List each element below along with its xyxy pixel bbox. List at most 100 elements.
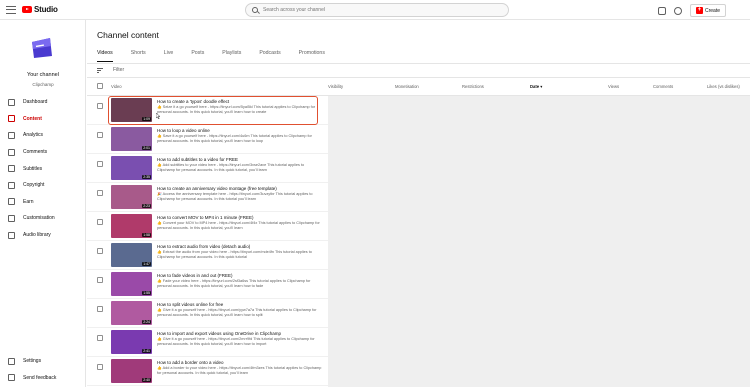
sidebar-item-label: Earn: [23, 198, 34, 205]
row-checkbox[interactable]: [97, 248, 103, 254]
table-header: Video Visibility Monetisation Restrictio…: [87, 80, 750, 94]
table-row[interactable]: 2:35 How to add subtitles to a video for …: [87, 154, 328, 183]
video-thumbnail[interactable]: 2:35: [111, 156, 152, 180]
column-likes[interactable]: Likes (vs dislikes): [707, 84, 740, 89]
sidebar: Your channel Clipchamp Dashboard Content A…: [0, 20, 86, 387]
table-row[interactable]: 1:09 How to create a 'typos' doodle effec…: [87, 96, 328, 125]
tab-promotions[interactable]: Promotions: [299, 50, 325, 62]
column-views[interactable]: Views: [608, 84, 619, 89]
row-checkbox[interactable]: [97, 335, 103, 341]
video-thumbnail[interactable]: 1:47: [111, 243, 152, 267]
table-row[interactable]: 1:58 How to convert MOV to MP4 in 1 minut…: [87, 212, 328, 241]
sidebar-item-dashboard[interactable]: Dashboard: [0, 94, 86, 111]
help-icon[interactable]: [673, 6, 682, 15]
tab-playlists[interactable]: Playlists: [222, 50, 241, 62]
sidebar-item-analytics[interactable]: Analytics: [0, 127, 86, 144]
table-row[interactable]: 2:01 How to loop a video online 👍 Save it …: [87, 125, 328, 154]
column-date-label: Date: [530, 84, 540, 89]
table-row[interactable]: 2:41 How to import and export videos usin…: [87, 328, 328, 357]
video-thumbnail[interactable]: 1:55: [111, 272, 152, 296]
video-title[interactable]: How to create an anniversary video monta…: [157, 186, 277, 191]
video-title[interactable]: How to import and export videos using On…: [157, 331, 281, 336]
video-list: 1:09 How to create a 'typos' doodle effec…: [87, 96, 328, 386]
row-checkbox[interactable]: [97, 161, 103, 167]
search-input[interactable]: [263, 7, 493, 13]
table-row[interactable]: 2:40 How to add a border onto a video 👍 Ad…: [87, 357, 328, 386]
search-icon: [252, 7, 258, 13]
top-bar: Studio + Create: [0, 0, 750, 20]
video-title[interactable]: How to loop a video online: [157, 128, 210, 133]
table-row[interactable]: 1:47 How to extract audio from video (det…: [87, 241, 328, 270]
channel-avatar[interactable]: [30, 36, 54, 60]
menu-icon[interactable]: [6, 5, 16, 14]
video-thumbnail[interactable]: 2:40: [111, 359, 152, 383]
select-all-checkbox[interactable]: [97, 83, 103, 89]
table-row[interactable]: 1:55 How to fade videos in and out (FREE)…: [87, 270, 328, 299]
video-title[interactable]: How to add subtitles to a video for FREE: [157, 157, 238, 162]
filter-bar[interactable]: Filter: [97, 67, 124, 73]
video-thumbnail[interactable]: 2:24: [111, 301, 152, 325]
video-title[interactable]: How to fade videos in and out (FREE): [157, 273, 233, 278]
table-row[interactable]: 2:24 How to split videos online for free 👍…: [87, 299, 328, 328]
video-title[interactable]: How to create a 'typos' doodle effect: [157, 99, 229, 104]
video-duration: 2:24: [142, 320, 151, 324]
sidebar-item-send-feedback[interactable]: Send feedback: [0, 370, 86, 387]
video-thumbnail[interactable]: 2:23: [111, 185, 152, 209]
settings-icon: [8, 357, 15, 365]
tab-podcasts[interactable]: Podcasts: [259, 50, 280, 62]
video-thumbnail[interactable]: 2:01: [111, 127, 152, 151]
video-thumbnail[interactable]: 2:41: [111, 330, 152, 354]
sidebar-item-customisation[interactable]: Customisation: [0, 210, 86, 227]
sidebar-item-content[interactable]: Content: [0, 111, 86, 128]
audio-library-icon: [8, 231, 15, 239]
comments-icon: [8, 148, 15, 156]
table-row[interactable]: 2:23 How to create an anniversary video m…: [87, 183, 328, 212]
sidebar-item-subtitles[interactable]: Subtitles: [0, 160, 86, 177]
subtitles-icon: [8, 165, 15, 173]
youtube-logo-icon: [22, 6, 32, 13]
video-duration: 2:35: [142, 175, 151, 179]
row-checkbox[interactable]: [97, 219, 103, 225]
sidebar-item-earn[interactable]: Earn: [0, 194, 86, 211]
column-monetisation[interactable]: Monetisation: [395, 84, 419, 89]
video-title[interactable]: How to extract audio from video (detach …: [157, 244, 250, 249]
column-restrictions[interactable]: Restrictions: [462, 84, 484, 89]
row-checkbox[interactable]: [97, 364, 103, 370]
create-button[interactable]: + Create: [689, 4, 726, 17]
sidebar-item-comments[interactable]: Comments: [0, 144, 86, 161]
row-checkbox[interactable]: [97, 306, 103, 312]
studio-logo[interactable]: Studio: [22, 5, 58, 14]
column-comments[interactable]: Comments: [653, 84, 673, 89]
channel-name: Your channel: [27, 72, 59, 78]
video-title[interactable]: How to add a border onto a video: [157, 360, 224, 365]
column-visibility[interactable]: Visibility: [328, 84, 343, 89]
divider: [87, 63, 750, 64]
video-description: 👍 Give it a go yourself here - https://t…: [157, 308, 317, 318]
filter-input[interactable]: Filter: [113, 67, 124, 73]
video-title[interactable]: How to split videos online for free: [157, 302, 223, 307]
video-description: 🎉 Access the anniversary template here -…: [157, 192, 313, 202]
sidebar-item-label: Settings: [23, 358, 42, 365]
row-checkbox[interactable]: [97, 277, 103, 283]
tab-posts[interactable]: Posts: [191, 50, 204, 62]
row-checkbox[interactable]: [97, 132, 103, 138]
video-title[interactable]: How to convert MOV to MP4 in 1 minute (F…: [157, 215, 254, 220]
row-checkbox[interactable]: [97, 190, 103, 196]
main-content: Channel content Videos Shorts Live Posts Pla…: [87, 20, 750, 387]
tab-videos[interactable]: Videos: [97, 50, 113, 62]
tab-shorts[interactable]: Shorts: [131, 50, 146, 62]
top-right-actions: + Create: [657, 4, 726, 17]
row-checkbox[interactable]: [97, 103, 103, 109]
search-bar[interactable]: [245, 3, 509, 17]
message-icon[interactable]: [657, 6, 666, 15]
column-date[interactable]: Date ▾: [530, 84, 542, 89]
video-thumbnail[interactable]: 1:58: [111, 214, 152, 238]
video-duration: 2:40: [142, 378, 151, 382]
filter-icon[interactable]: [97, 67, 103, 73]
sidebar-item-copyright[interactable]: Copyright: [0, 177, 86, 194]
sidebar-item-label: Copyright: [23, 182, 45, 189]
video-thumbnail[interactable]: 1:09: [111, 98, 152, 122]
tab-live[interactable]: Live: [164, 50, 174, 62]
sidebar-item-audio-library[interactable]: Audio library: [0, 227, 86, 244]
sidebar-item-settings[interactable]: Settings: [0, 353, 86, 370]
